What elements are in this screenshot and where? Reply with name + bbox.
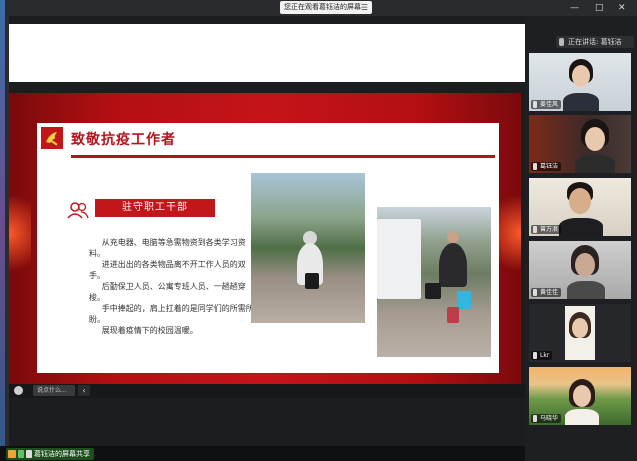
menu-icon[interactable]: ☰	[361, 1, 368, 14]
paragraph: 后勤保卫人员、公寓专班人员、一趟趟穿梭。	[89, 282, 246, 302]
slide-body-text: 从充电器、电脑等急需物资到各类学习资料。 进进出出的各类物品离不开工作人员的双手…	[89, 237, 254, 336]
close-button[interactable]: ✕	[618, 2, 626, 14]
participant-body	[563, 93, 599, 111]
active-speaker-label: 正在讲话: 葛钰洁	[568, 38, 622, 46]
participant-name: 黄佳佳	[540, 289, 559, 296]
photo-figure-head	[447, 231, 459, 243]
share-icon	[18, 450, 24, 458]
screen-share-title[interactable]: 您正在观看葛钰洁的屏幕 ☰	[280, 1, 372, 14]
participant-name-tag: 曾万浪	[531, 225, 562, 234]
top-bar: 您正在观看葛钰洁的屏幕 ☰ — □ ✕	[5, 0, 637, 16]
paragraph: 从充电器、电脑等急需物资到各类学习资料。	[89, 238, 246, 258]
maximize-button[interactable]: □	[595, 2, 604, 14]
participant-face	[575, 253, 595, 277]
slide-decoration-left	[9, 183, 31, 283]
participant-tile[interactable]: 黄佳佳	[529, 241, 631, 299]
chat-input[interactable]: 说点什么...	[33, 385, 75, 396]
paragraph: 展现着疫情下的校园温暖。	[101, 326, 198, 335]
participant-name-tag: Lkr	[531, 351, 553, 360]
mic-icon	[26, 450, 32, 458]
emoji-icon[interactable]	[14, 386, 23, 395]
mic-icon	[533, 352, 537, 359]
paragraph: 进进出出的各类物品离不开工作人员的双手。	[89, 260, 246, 280]
photo-bag	[305, 273, 319, 289]
participant-name-tag: 马晓华	[531, 414, 562, 423]
screen-share-tag[interactable]: 葛钰洁的屏幕共享	[6, 448, 94, 460]
slide-title: 致敬抗疫工作者	[71, 132, 176, 148]
mic-icon	[559, 38, 564, 46]
user-icon	[8, 450, 16, 458]
participant-name-tag: 黄佳佳	[531, 288, 562, 297]
participant-body	[559, 218, 603, 236]
participant-tile[interactable]: 曾万浪	[529, 178, 631, 236]
mic-icon	[533, 289, 537, 296]
participant-face	[569, 188, 591, 214]
screen-share-title-text: 您正在观看葛钰洁的屏幕	[284, 3, 361, 11]
participant-tile[interactable]: 姜佳风	[529, 53, 631, 111]
participant-face	[572, 318, 588, 338]
photo-bag-black	[425, 283, 441, 299]
photo-vehicle	[377, 219, 421, 299]
paragraph: 手中捧起的，肩上扛着的是同学们的所需所盼。	[89, 304, 254, 324]
participant-name: 葛钰洁	[540, 163, 559, 170]
collapse-arrow-icon[interactable]: ‹	[78, 385, 90, 396]
photo-worker-walking	[251, 173, 365, 323]
people-icon	[67, 202, 89, 219]
participant-name: 马晓华	[540, 415, 559, 422]
photo-bag-blue	[457, 291, 471, 309]
mic-icon	[533, 163, 537, 170]
chat-bar: 说点什么... ‹	[9, 384, 525, 398]
photo-worker-carrying	[377, 207, 491, 357]
participant-name: Lkr	[540, 352, 550, 359]
shared-window-top	[9, 24, 525, 82]
participant-name-tag: 姜佳风	[531, 100, 562, 109]
presentation-slide: 致敬抗疫工作者 驻守职工干部 从充电器、电脑等急需物资到各类学习资料。 进进出出…	[9, 93, 521, 385]
participant-body	[565, 409, 599, 425]
participant-face	[585, 127, 605, 151]
participant-name-tag: 葛钰洁	[531, 162, 562, 171]
slide-decoration-right	[499, 183, 521, 283]
title-divider	[71, 155, 495, 158]
participant-name: 曾万浪	[540, 226, 559, 233]
photo-bag-red	[447, 307, 459, 323]
mic-icon	[533, 101, 537, 108]
photo-figure-body	[439, 243, 467, 287]
participant-face	[572, 65, 590, 87]
participant-tile[interactable]: 马晓华	[529, 367, 631, 425]
screen-share-label: 葛钰洁的屏幕共享	[34, 450, 90, 458]
active-speaker-indicator: 正在讲话: 葛钰洁	[556, 36, 634, 48]
slide-card: 致敬抗疫工作者 驻守职工干部 从充电器、电脑等急需物资到各类学习资料。 进进出出…	[37, 123, 499, 373]
minimize-button[interactable]: —	[570, 2, 579, 14]
participant-tile[interactable]: Lkr	[529, 304, 631, 362]
section-badge: 驻守职工干部	[95, 199, 215, 217]
mic-icon	[533, 415, 537, 422]
participant-body	[567, 281, 605, 299]
mic-icon	[533, 226, 537, 233]
party-emblem-icon	[41, 127, 63, 149]
participant-tile[interactable]: 葛钰洁	[529, 115, 631, 173]
participant-body	[575, 155, 615, 173]
participant-name: 姜佳风	[540, 101, 559, 108]
participant-face	[573, 385, 591, 407]
